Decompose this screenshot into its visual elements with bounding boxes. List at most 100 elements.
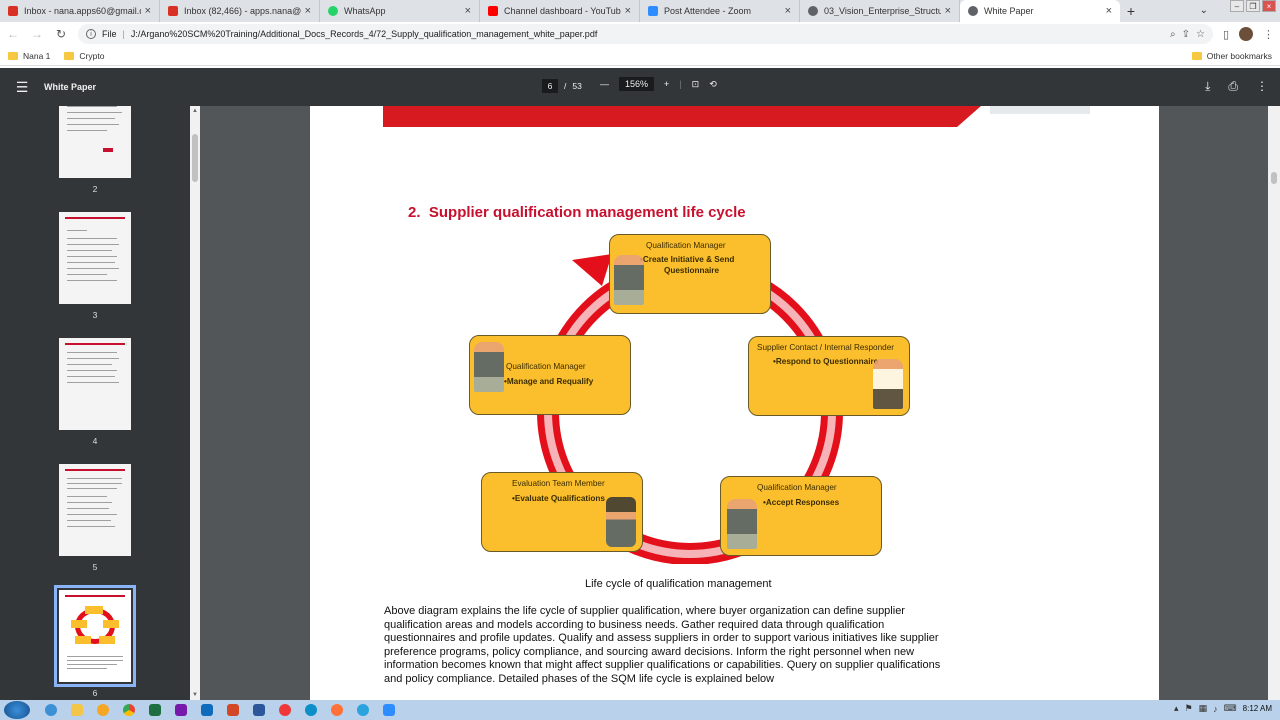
url-text[interactable]: J:/Argano%20SCM%20Training/Additional_Do… [131,29,597,39]
browser-menu-icon[interactable]: ⋮ [1263,28,1274,41]
edge-icon[interactable] [300,702,322,718]
tab-search-chevron-icon[interactable]: ⌄ [1200,5,1208,16]
pdf-viewer[interactable]: 2. Supplier qualification management lif… [200,106,1268,700]
pdf-toolbar: ☰ White Paper 6 / 53 — 156% + | ⊡ ⟲ ⤓ ⎙ … [0,68,1280,106]
tab-zoom[interactable]: Post Attendee - Zoom × [640,0,800,22]
flag-icon[interactable]: ⚑ [1185,703,1193,714]
restore-button[interactable]: ❐ [1246,0,1260,12]
address-bar[interactable]: i File | J:/Argano%20SCM%20Training/Addi… [78,24,1213,44]
header-grey-bar [990,106,1090,114]
avatar[interactable] [1239,27,1253,41]
thumbnail-page-2[interactable]: 2 [0,106,190,194]
zoom-level[interactable]: 156% [619,77,655,91]
tab-whatsapp[interactable]: WhatsApp × [320,0,480,22]
youtube-icon [488,6,498,16]
taskbar-ie-icon[interactable] [40,702,62,718]
hamburger-menu-icon[interactable]: ☰ [0,79,44,96]
pdf-more-icon[interactable]: ⋮ [1256,79,1268,94]
forward-button[interactable]: → [30,27,44,41]
other-bookmarks[interactable]: Other bookmarks [1191,51,1272,61]
body-paragraph: Above diagram explains the life cycle of… [384,605,941,685]
tab-youtube[interactable]: Channel dashboard - YouTube Studio× [480,0,640,22]
reload-button[interactable]: ↻ [54,27,68,41]
chrome-icon[interactable] [118,702,140,718]
side-panel-icon[interactable]: ▯ [1223,28,1229,41]
keyboard-icon[interactable]: ⌨ [1224,703,1237,714]
zoom-out-button[interactable]: — [600,79,609,89]
start-button[interactable] [4,701,30,719]
close-tab-icon[interactable]: × [785,5,791,17]
telegram-icon[interactable] [352,702,374,718]
folder-icon [1191,51,1202,60]
bookmark-star-icon[interactable]: ☆ [1196,29,1205,40]
fit-page-icon[interactable]: ⊡ [692,79,700,90]
box-create-initiative: Qualification Manager •Create Initiative… [609,234,771,314]
word-icon[interactable] [248,702,270,718]
close-tab-icon[interactable]: × [305,5,311,17]
info-icon[interactable]: i [86,29,96,39]
tab-vision-pdf[interactable]: 03_Vision_Enterprise_Structure.pdf× [800,0,960,22]
thumbnail-page-6[interactable]: 6 [0,585,190,698]
close-tab-icon[interactable]: × [1106,5,1112,17]
close-tab-icon[interactable]: × [145,5,151,17]
zoom-in-button[interactable]: + [664,79,669,89]
thumbnail-image [59,212,131,304]
folder-icon [8,51,18,60]
close-tab-icon[interactable]: × [625,5,631,17]
share-icon[interactable]: ⇪ [1182,29,1190,40]
excel-icon[interactable] [144,702,166,718]
thumbnail-sidebar: 2 3 4 5 6 [0,106,190,700]
close-tab-icon[interactable]: × [945,5,951,17]
network-icon[interactable]: ▦ [1199,703,1208,714]
vivaldi-icon[interactable] [274,702,296,718]
new-tab-button[interactable]: + [1120,0,1142,22]
tray-expand-icon[interactable]: ▴ [1174,703,1179,714]
person-at-desk-icon [727,499,757,549]
volume-icon[interactable]: ♪ [1213,704,1218,714]
bookmark-crypto[interactable]: Crypto [64,51,104,61]
onenote-icon[interactable] [170,702,192,718]
address-bar-row: ← → ↻ i File | J:/Argano%20SCM%20Trainin… [0,22,1280,46]
back-button[interactable]: ← [6,27,20,41]
close-tab-icon[interactable]: × [465,5,471,17]
bookmarks-bar: Nana 1 Crypto Other bookmarks [0,46,1280,66]
thumbnail-page-4[interactable]: 4 [0,338,190,446]
page-number-input[interactable]: 6 [542,79,558,93]
scroll-up-icon[interactable]: ▲ [192,108,198,114]
clock-time[interactable]: 8:12 AM [1243,704,1272,713]
powerpoint-icon[interactable] [222,702,244,718]
download-icon[interactable]: ⤓ [1205,79,1210,94]
taskbar-explorer-icon[interactable] [66,702,88,718]
zoom-controls: — 156% + | ⊡ ⟲ [600,77,717,91]
rotate-icon[interactable]: ⟲ [709,79,717,90]
sidebar-scrollbar[interactable]: ▲ ▼ [190,106,200,700]
globe-icon [968,6,978,16]
tab-gmail-2[interactable]: Inbox (82,466) - apps.nana@gmail× [160,0,320,22]
zoom-icon[interactable] [378,702,400,718]
print-icon[interactable]: ⎙ [1228,79,1238,94]
page-selector: 6 / 53 [542,79,582,93]
tab-white-paper[interactable]: White Paper × [960,0,1120,22]
document-scroll-thumb[interactable] [1271,172,1277,184]
box-manage-requalify: Qualification Manager •Manage and Requal… [469,335,631,415]
diagram-caption: Life cycle of qualification management [585,578,772,590]
thumbnail-page-3[interactable]: 3 [0,212,190,320]
close-window-button[interactable]: × [1262,0,1276,12]
outlook-icon[interactable] [196,702,218,718]
box-respond-questionnaire: Supplier Contact / Internal Responder •R… [748,336,910,416]
zoom-lens-icon[interactable]: ⌕ [1170,29,1176,40]
bookmark-nana-1[interactable]: Nana 1 [8,51,50,61]
page-separator: / [564,81,567,91]
scroll-down-icon[interactable]: ▼ [192,692,198,698]
lifecycle-diagram: Qualification Manager •Create Initiative… [460,224,920,564]
minimize-button[interactable]: – [1230,0,1244,12]
thumbnail-page-5[interactable]: 5 [0,464,190,572]
firefox-icon[interactable] [326,702,348,718]
sidebar-scroll-thumb[interactable] [192,134,198,182]
tab-gmail-1[interactable]: Inbox - nana.apps60@gmail.com× [0,0,160,22]
document-scrollbar[interactable] [1268,106,1280,700]
total-pages: 53 [572,81,582,91]
person-at-computer-icon [606,497,636,547]
thumbnail-image [59,464,131,556]
taskbar-media-icon[interactable] [92,702,114,718]
